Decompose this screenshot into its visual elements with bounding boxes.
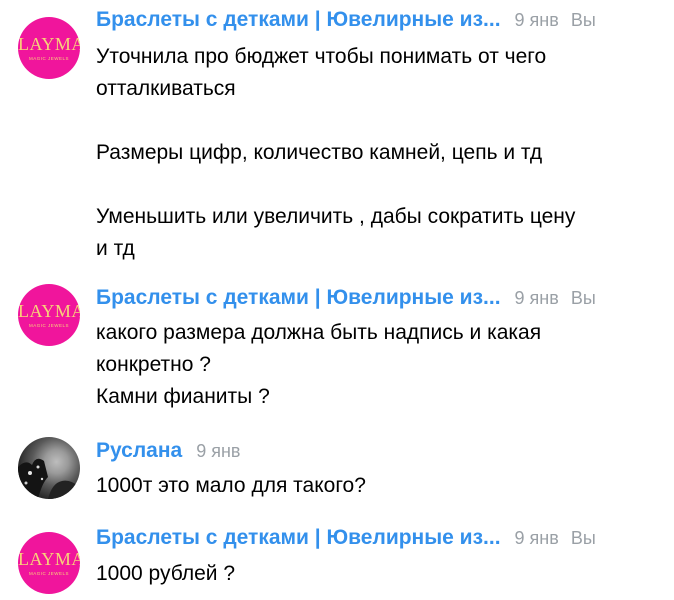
sender-name[interactable]: Браслеты с детками | Ювелирные из... [96,8,501,32]
sender-name[interactable]: Браслеты с детками | Ювелирные из... [96,526,501,550]
avatar-logo-text: LAYMA [18,301,80,321]
avatar[interactable]: LAYMA MAGIC JEWELS [18,532,80,594]
sender-name[interactable]: Браслеты с детками | Ювелирные из... [96,286,501,310]
sender-name[interactable]: Руслана [96,439,182,463]
avatar-logo-text: LAYMA [18,549,80,569]
message-date: 9 янв [514,10,559,30]
message-date: 9 янв [196,441,241,461]
message-item[interactable]: Руслана 9 янв 1000т это мало для такого? [0,425,674,515]
message-header: Руслана 9 янв [96,439,241,469]
message-item[interactable]: LAYMA MAGIC JEWELS Браслеты с детками | … [0,0,674,270]
message-date: 9 янв [514,528,559,548]
message-text: 1000 рублей ? [96,562,235,585]
avatar[interactable]: LAYMA MAGIC JEWELS [18,17,80,79]
message-text: какого размера должна быть надпись и как… [96,321,542,408]
sent-by-you-label: Вы [570,288,596,308]
avatar-logo-subtext: MAGIC JEWELS [28,323,69,328]
message-header: Браслеты с детками | Ювелирные из... 9 я… [96,526,596,556]
message-text: 1000т это мало для такого? [96,474,366,497]
sent-by-you-label: Вы [570,10,596,30]
sent-by-you-label: Вы [570,528,596,548]
message-header: Браслеты с детками | Ювелирные из... 9 я… [96,286,596,316]
message-date: 9 янв [514,288,559,308]
message-item[interactable]: LAYMA MAGIC JEWELS Браслеты с детками | … [0,520,674,600]
avatar[interactable]: LAYMA MAGIC JEWELS [18,284,80,346]
message-header: Браслеты с детками | Ювелирные из... 9 я… [96,8,596,38]
avatar-logo-text: LAYMA [18,34,80,54]
message-item[interactable]: LAYMA MAGIC JEWELS Браслеты с детками | … [0,272,674,422]
message-text: Уточнила про бюджет чтобы понимать от че… [96,45,576,260]
avatar-logo-subtext: MAGIC JEWELS [28,56,69,61]
avatar-photo-icon [18,458,80,499]
avatar[interactable] [18,437,80,499]
avatar-logo-subtext: MAGIC JEWELS [28,571,69,576]
